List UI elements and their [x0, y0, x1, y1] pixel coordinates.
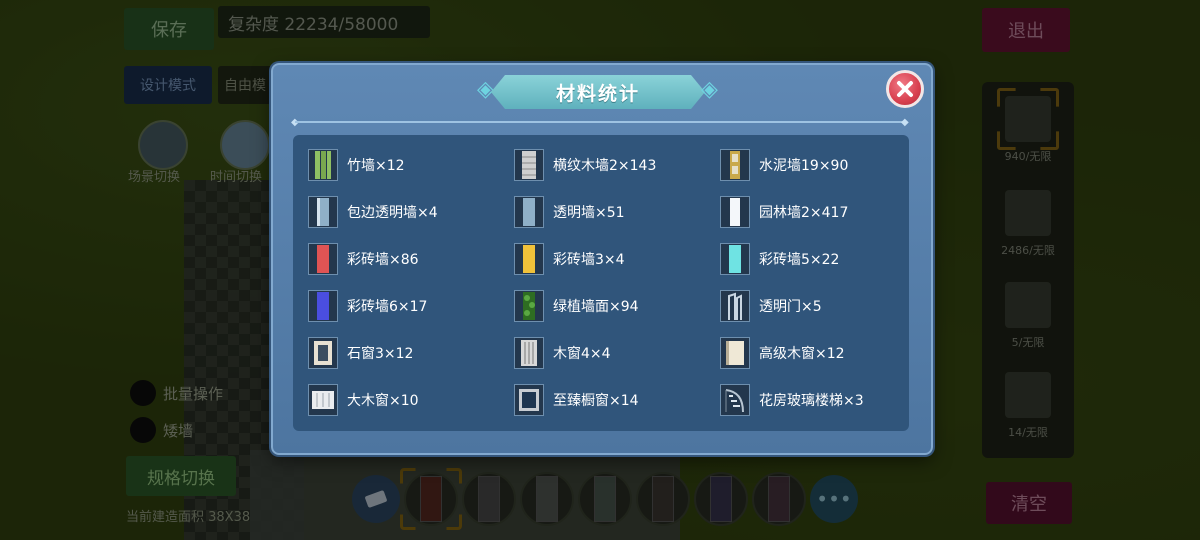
plant-wall-icon: [514, 290, 544, 322]
premium-wood-window-icon: [720, 337, 750, 369]
material-list: 竹墙×12 横纹木墙2×143 水泥墙19×90 包边透明墙×4 透明墙×51: [293, 135, 909, 431]
material-item: 至臻橱窗×14: [514, 384, 639, 416]
material-label: 彩砖墙5×22: [759, 252, 840, 268]
material-label: 彩砖墙6×17: [347, 299, 428, 315]
large-wood-window-icon: [308, 384, 338, 416]
title-ornament-right-icon: ◈: [701, 77, 718, 102]
material-item: 彩砖墙6×17: [308, 290, 427, 322]
dialog-title: 材料统计: [555, 82, 640, 105]
showcase-window-icon: [514, 384, 544, 416]
material-label: 高级木窗×12: [759, 346, 845, 362]
material-item: 绿植墙面×94: [514, 290, 639, 322]
yellow-brick-wall-icon: [514, 243, 544, 275]
material-item: 高级木窗×12: [720, 337, 845, 369]
material-label: 水泥墙19×90: [759, 158, 849, 174]
glass-door-icon: [720, 290, 750, 322]
material-label: 大木窗×10: [347, 393, 419, 409]
title-ornament-left-icon: ◈: [477, 77, 494, 102]
divider-ornament-icon: ◆: [901, 117, 909, 128]
material-label: 石窗3×12: [347, 346, 414, 362]
material-label: 花房玻璃楼梯×3: [759, 393, 864, 409]
material-label: 横纹木墙2×143: [553, 158, 657, 174]
red-brick-wall-icon: [308, 243, 338, 275]
edged-glass-wall-icon: [308, 196, 338, 228]
material-item: 大木窗×10: [308, 384, 419, 416]
wood-window-icon: [514, 337, 544, 369]
material-label: 园林墙2×417: [759, 205, 849, 221]
greenhouse-glass-stairs-icon: [720, 384, 750, 416]
material-label: 透明墙×51: [553, 205, 625, 221]
material-item: 彩砖墙×86: [308, 243, 419, 275]
material-stats-dialog: ◈ 材料统计 ◈ ◆ ◆ 竹墙×12 横纹木墙2×143 水泥墙19×: [271, 63, 933, 455]
glass-wall-icon: [514, 196, 544, 228]
title-banner: 材料统计: [491, 75, 705, 109]
blue-brick-wall-icon: [308, 290, 338, 322]
material-label: 至臻橱窗×14: [553, 393, 639, 409]
material-item: 透明墙×51: [514, 196, 625, 228]
stone-window-icon: [308, 337, 338, 369]
material-label: 木窗4×4: [553, 346, 611, 362]
cyan-brick-wall-icon: [720, 243, 750, 275]
material-item: 包边透明墙×4: [308, 196, 438, 228]
material-item: 花房玻璃楼梯×3: [720, 384, 864, 416]
material-item: 横纹木墙2×143: [514, 149, 656, 181]
garden-wall-icon: [720, 196, 750, 228]
material-label: 竹墙×12: [347, 158, 405, 174]
material-item: 园林墙2×417: [720, 196, 848, 228]
material-label: 包边透明墙×4: [347, 205, 438, 221]
material-item: 木窗4×4: [514, 337, 611, 369]
material-label: 绿植墙面×94: [553, 299, 639, 315]
material-item: 彩砖墙5×22: [720, 243, 839, 275]
material-item: 竹墙×12: [308, 149, 405, 181]
cement-wall-icon: [720, 149, 750, 181]
material-item: 石窗3×12: [308, 337, 413, 369]
divider: [295, 121, 907, 123]
material-label: 彩砖墙×86: [347, 252, 419, 268]
striped-wood-wall-icon: [514, 149, 544, 181]
close-button[interactable]: [886, 70, 924, 108]
material-label: 透明门×5: [759, 299, 822, 315]
material-label: 彩砖墙3×4: [553, 252, 625, 268]
material-item: 透明门×5: [720, 290, 822, 322]
close-x-icon: [897, 81, 913, 97]
material-item: 水泥墙19×90: [720, 149, 848, 181]
bamboo-wall-icon: [308, 149, 338, 181]
material-item: 彩砖墙3×4: [514, 243, 625, 275]
